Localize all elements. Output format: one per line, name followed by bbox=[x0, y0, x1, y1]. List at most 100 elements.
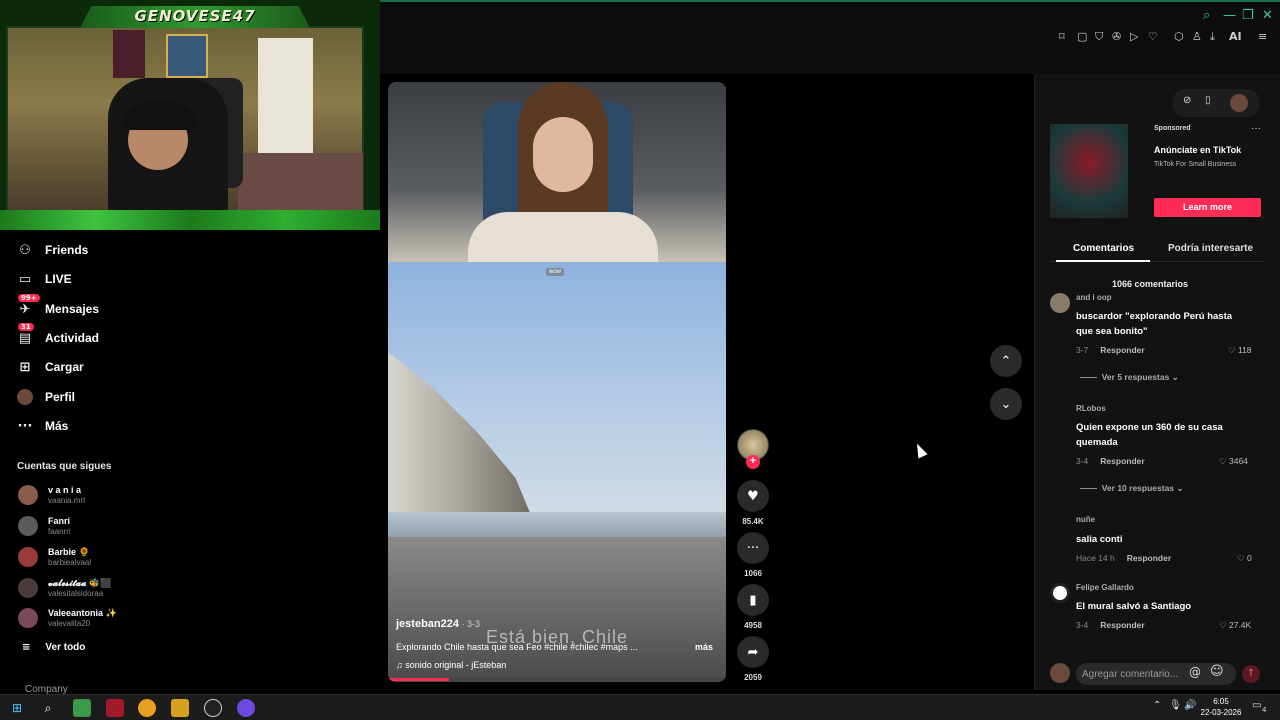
heart-icon[interactable]: ♡ bbox=[1148, 30, 1158, 43]
tab-comments[interactable]: Comentarios bbox=[1073, 243, 1134, 254]
comment-username[interactable]: Felipe Gallardo bbox=[1076, 583, 1134, 592]
download-icon[interactable]: ⤓ bbox=[1210, 30, 1215, 44]
comment-like[interactable]: ♡ 3464 bbox=[1219, 456, 1248, 467]
view-replies-button[interactable]: —— Ver 10 respuestas ⌄ bbox=[1080, 483, 1184, 494]
minimize-icon[interactable]: — bbox=[1223, 8, 1236, 23]
following-account[interactable]: 𝓿𝓪𝓵𝓮𝓼𝓲𝓽𝓪𝓪 🐝⬛ valesitalsidoraa bbox=[18, 575, 111, 601]
comment-meta: 3-4 Responder bbox=[1076, 456, 1145, 466]
screenshot-icon[interactable]: ▢ bbox=[1077, 30, 1087, 43]
ad-thumbnail[interactable] bbox=[1050, 124, 1128, 218]
ad-options-icon[interactable]: ··· bbox=[1251, 123, 1261, 134]
like-action[interactable]: ♥ 85.4K bbox=[737, 480, 769, 526]
share-action[interactable]: ➦ 2059 bbox=[737, 636, 769, 682]
following-account[interactable]: Valeeantonia ✨ valevalita20 bbox=[18, 605, 117, 631]
opera-gx-icon[interactable] bbox=[106, 699, 124, 717]
account-avatar bbox=[18, 608, 38, 628]
following-account[interactable]: Fanri faanrri bbox=[18, 513, 71, 539]
comment-like[interactable]: ♡ 0 bbox=[1237, 553, 1252, 564]
profile-icon[interactable]: ♙ bbox=[1192, 30, 1202, 43]
microphone-icon[interactable]: 🎙 bbox=[1169, 700, 1182, 711]
comment-avatar[interactable] bbox=[1050, 293, 1070, 313]
compass-icon[interactable]: ⊘ bbox=[1183, 95, 1191, 106]
comment-username[interactable]: nuñe bbox=[1076, 515, 1095, 524]
nav-activity[interactable]: ▤ 31 Actividad bbox=[17, 322, 99, 351]
video-music[interactable]: ♫ sonido original - jEsteban bbox=[396, 660, 506, 670]
reply-button[interactable]: Responder bbox=[1100, 620, 1144, 630]
tab-related[interactable]: Podría interesarte bbox=[1168, 243, 1253, 254]
reply-button[interactable]: Responder bbox=[1127, 553, 1171, 563]
heart-icon[interactable]: ♥ bbox=[737, 480, 769, 512]
see-all-following[interactable]: ≡ Ver todo bbox=[22, 642, 85, 653]
learn-more-button[interactable]: Learn more bbox=[1154, 198, 1261, 217]
like-count: 85.4K bbox=[742, 517, 764, 526]
close-icon[interactable]: ✕ bbox=[1262, 8, 1273, 23]
mention-icon[interactable]: @ bbox=[1189, 665, 1201, 679]
ai-icon[interactable]: AI bbox=[1229, 30, 1242, 43]
comment-date: 3-4 bbox=[1076, 456, 1089, 466]
view-replies-button[interactable]: —— Ver 5 respuestas ⌄ bbox=[1080, 372, 1179, 383]
follow-plus-icon[interactable]: + bbox=[746, 455, 760, 469]
account-username: valevalita20 bbox=[48, 618, 91, 628]
tray-chevron-icon[interactable]: ⌃ bbox=[1153, 700, 1161, 711]
notifications-icon[interactable]: ▭ bbox=[1252, 700, 1261, 711]
windows-taskbar: ⊞ ⌕ bbox=[0, 694, 1280, 720]
play-icon[interactable]: ▷ bbox=[1130, 30, 1138, 43]
nav-profile[interactable]: Perfil bbox=[17, 384, 75, 410]
account-avatar bbox=[18, 485, 38, 505]
nav-messages[interactable]: ✈ 99+ Mensajes bbox=[17, 293, 100, 322]
nav-messages-label: Mensajes bbox=[45, 302, 100, 316]
restore-icon[interactable]: ❐ bbox=[1242, 8, 1254, 23]
send-icon[interactable]: ↑ bbox=[1242, 665, 1260, 683]
nav-more[interactable]: ··· Más bbox=[17, 413, 69, 439]
video-person-shirt bbox=[468, 212, 658, 262]
video-author-name: jesteban224 bbox=[396, 618, 459, 630]
video-webcam-section bbox=[388, 82, 726, 262]
obs-icon[interactable] bbox=[204, 699, 222, 717]
next-video-button[interactable]: ⌄ bbox=[990, 388, 1022, 420]
file-explorer-icon[interactable] bbox=[171, 699, 189, 717]
previous-video-button[interactable]: ⌃ bbox=[990, 345, 1022, 377]
comment-like[interactable]: ♡ 27.4K bbox=[1219, 620, 1251, 631]
video-author[interactable]: jesteban224 · 3-3 bbox=[396, 618, 480, 630]
comment-icon[interactable]: ··· bbox=[737, 532, 769, 564]
bookmark-icon[interactable]: ▮ bbox=[737, 584, 769, 616]
comment-text: buscardor "explorando Perú hasta que sea… bbox=[1076, 311, 1233, 337]
windows-start-icon[interactable]: ⊞ bbox=[8, 699, 26, 717]
reply-button[interactable]: Responder bbox=[1100, 456, 1144, 466]
translate-icon[interactable]: ✇ bbox=[1112, 30, 1121, 43]
menu-icon[interactable]: ≡ bbox=[1258, 30, 1267, 43]
discord-icon[interactable] bbox=[237, 699, 255, 717]
following-account[interactable]: Barbie 🌻 barbiealvaal bbox=[18, 544, 91, 570]
ad-subtitle: TikTok For Small Business bbox=[1154, 161, 1237, 168]
reply-button[interactable]: Responder bbox=[1100, 345, 1144, 355]
account-username: vaania.mrl bbox=[48, 495, 85, 505]
video-progress-bar[interactable] bbox=[388, 678, 726, 681]
nav-upload[interactable]: ⊞ Cargar bbox=[17, 354, 84, 380]
chrome-icon[interactable] bbox=[138, 699, 156, 717]
shield-icon[interactable]: ⛉ bbox=[1095, 30, 1103, 44]
device-icon[interactable]: ▯ bbox=[1205, 95, 1211, 106]
extensions-icon[interactable]: ⬡ bbox=[1174, 30, 1184, 43]
nav-live[interactable]: ▭ LIVE bbox=[17, 266, 72, 292]
video-more-button[interactable]: más bbox=[695, 642, 713, 652]
nav-friends-label: Friends bbox=[45, 243, 89, 257]
nav-friends[interactable]: ⚇ Friends bbox=[17, 237, 88, 263]
comment-action[interactable]: ··· 1066 bbox=[737, 532, 769, 578]
video-player[interactable]: wow Está bien, Chile jesteban224 · 3-3 E… bbox=[388, 82, 726, 682]
volume-icon[interactable]: 🔊 bbox=[1184, 700, 1196, 711]
emoji-icon[interactable]: ☺ bbox=[1210, 664, 1224, 679]
copilot-icon[interactable] bbox=[73, 699, 91, 717]
chevron-up-icon: ⌃ bbox=[1000, 353, 1012, 369]
user-avatar[interactable] bbox=[1230, 94, 1248, 112]
comment-username[interactable]: and i oop bbox=[1076, 293, 1112, 302]
share-icon[interactable]: ➦ bbox=[737, 636, 769, 668]
comment-username[interactable]: RLobos bbox=[1076, 404, 1106, 413]
following-account[interactable]: v a n i a vaania.mrl bbox=[18, 482, 85, 508]
bookmark-icon[interactable]: ⌑ bbox=[1059, 30, 1065, 43]
search-icon[interactable]: ⌕ bbox=[1203, 8, 1210, 23]
comment-like[interactable]: ♡ 118 bbox=[1228, 345, 1252, 356]
search-icon[interactable]: ⌕ bbox=[39, 699, 57, 717]
taskbar-clock[interactable]: 6:05 22-03-2026 bbox=[1200, 696, 1242, 718]
save-action[interactable]: ▮ 4958 bbox=[737, 584, 769, 630]
comment-avatar[interactable] bbox=[1050, 583, 1070, 603]
